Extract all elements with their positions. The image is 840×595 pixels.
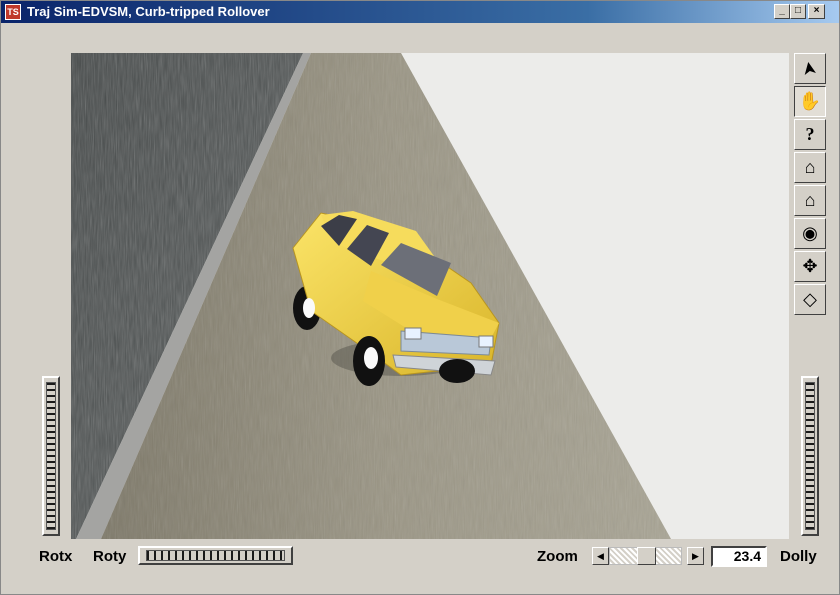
- help-icon: ?: [805, 124, 815, 144]
- window-title: Traj Sim-EDVSM, Curb-tripped Rollover: [27, 4, 270, 19]
- app-window: TS Traj Sim-EDVSM, Curb-tripped Rollover…: [0, 0, 840, 595]
- zoom-label: Zoom: [537, 548, 578, 565]
- pan-hand-tool[interactable]: ✋: [794, 86, 826, 117]
- close-button[interactable]: ×: [808, 4, 825, 19]
- headlight: [478, 335, 494, 348]
- zoom-left-arrow-button[interactable]: ◀: [592, 547, 609, 565]
- zoom-slider-thumb[interactable]: [637, 547, 656, 565]
- roty-label: Roty: [93, 548, 127, 565]
- set-home-tool[interactable]: ⌂: [794, 185, 826, 216]
- perspective-icon: ◇: [803, 289, 817, 309]
- seek-tool[interactable]: ✥: [794, 251, 826, 282]
- pan-hand-icon: ✋: [798, 91, 822, 111]
- wheel: [303, 298, 315, 318]
- dolly-grip: [805, 382, 815, 530]
- select-arrow-icon: ➤: [798, 59, 821, 78]
- wheel: [439, 359, 475, 383]
- set-home-icon: ⌂: [804, 190, 816, 210]
- dolly-thumbwheel[interactable]: [801, 376, 819, 536]
- select-arrow-tool[interactable]: ➤: [794, 53, 826, 84]
- home-icon: ⌂: [804, 157, 816, 177]
- perspective-tool[interactable]: ◇: [794, 284, 826, 315]
- title-bar[interactable]: TS Traj Sim-EDVSM, Curb-tripped Rollover…: [1, 1, 839, 23]
- zoom-value-field[interactable]: 23.4: [711, 546, 767, 567]
- view-toolbar: ➤ ✋ ? ⌂ ⌂ ◉ ✥ ◇: [794, 53, 828, 317]
- scene-render: [71, 53, 789, 539]
- dolly-label: Dolly: [780, 548, 817, 565]
- maximize-button[interactable]: □: [790, 4, 806, 19]
- 3d-viewport[interactable]: [71, 53, 789, 539]
- roty-grip: [146, 550, 285, 561]
- roty-thumbwheel[interactable]: [138, 546, 293, 565]
- app-icon[interactable]: TS: [5, 4, 21, 20]
- rotx-label: Rotx: [39, 548, 73, 565]
- view-all-eye-icon: ◉: [802, 223, 818, 243]
- headlight: [404, 327, 422, 340]
- help-tool[interactable]: ?: [794, 119, 826, 150]
- seek-target-icon: ✥: [802, 256, 818, 276]
- zoom-right-arrow-button[interactable]: ▶: [687, 547, 704, 565]
- minimize-button[interactable]: _: [774, 4, 790, 19]
- view-all-tool[interactable]: ◉: [794, 218, 826, 249]
- rotx-thumbwheel[interactable]: [42, 376, 60, 536]
- home-tool[interactable]: ⌂: [794, 152, 826, 183]
- rotx-grip: [46, 382, 56, 530]
